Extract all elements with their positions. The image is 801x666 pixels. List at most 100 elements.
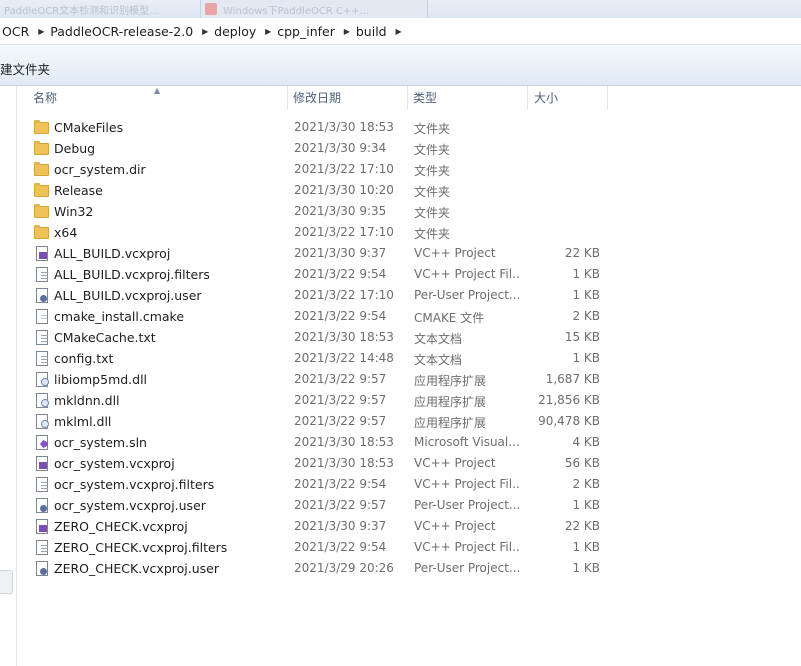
file-modified-date: 2021/3/22 17:10 [294, 288, 394, 302]
file-type: 文件夹 [414, 143, 451, 157]
file-row[interactable]: ALL_BUILD.vcxproj.user 2021/3/22 17:10 Per… [0, 285, 801, 306]
file-modified-date: 2021/3/30 10:20 [294, 183, 394, 197]
file-name: Release [54, 183, 103, 198]
file-modified-date: 2021/3/22 9:57 [294, 393, 387, 407]
file-modified-date: 2021/3/30 18:53 [294, 456, 394, 470]
folder-icon [34, 162, 50, 178]
folder-icon [34, 183, 50, 199]
address-bar[interactable]: OCR ▶ PaddleOCR-release-2.0 ▶ deploy ▶ c… [0, 18, 801, 45]
file-row[interactable]: Release 2021/3/30 10:20 文件夹 [0, 180, 801, 201]
file-type: VC++ Project Fil... [414, 477, 520, 491]
file-row[interactable]: ocr_system.sln 2021/3/30 18:53 Microsoft V… [0, 432, 801, 453]
file-row[interactable]: ALL_BUILD.vcxproj 2021/3/30 9:37 VC++ Proj… [0, 243, 801, 264]
column-divider[interactable] [607, 86, 608, 110]
text-file-icon [34, 351, 50, 367]
file-size: 1 KB [572, 351, 600, 365]
background-window-strip: PaddleOCR文本检测和识别模型... Windows下PaddleOCR … [0, 0, 801, 18]
file-row[interactable]: cmake_install.cmake 2021/3/22 9:54 CMAKE 文… [0, 306, 801, 327]
file-row[interactable]: ALL_BUILD.vcxproj.filters 2021/3/22 9:54 V… [0, 264, 801, 285]
file-size: 1 KB [572, 561, 600, 575]
file-size: 56 KB [564, 456, 600, 470]
file-modified-date: 2021/3/22 9:57 [294, 414, 387, 428]
file-type: VC++ Project [414, 456, 496, 470]
file-name: mklml.dll [54, 414, 112, 429]
file-size: 1 KB [572, 540, 600, 554]
file-size: 1,687 KB [545, 372, 600, 386]
file-size: 2 KB [572, 477, 600, 491]
folder-icon [34, 225, 50, 241]
file-row[interactable]: ocr_system.dir 2021/3/22 17:10 文件夹 [0, 159, 801, 180]
chevron-right-icon[interactable]: ▶ [261, 27, 275, 36]
file-name: mkldnn.dll [54, 393, 120, 408]
file-type: Per-User Project... [414, 288, 520, 302]
column-header-size[interactable]: 大小 [534, 86, 558, 110]
file-name: ALL_BUILD.vcxproj.user [54, 288, 202, 303]
breadcrumb-item[interactable]: PaddleOCR-release-2.0 ▶ [48, 18, 212, 44]
vcxproj-icon [34, 456, 50, 472]
file-row[interactable]: CMakeFiles 2021/3/30 18:53 文件夹 [0, 117, 801, 138]
file-modified-date: 2021/3/22 9:57 [294, 372, 387, 386]
file-row[interactable]: ZERO_CHECK.vcxproj.user 2021/3/29 20:26 Pe… [0, 558, 801, 579]
file-row[interactable]: ZERO_CHECK.vcxproj.filters 2021/3/22 9:54… [0, 537, 801, 558]
file-row[interactable]: ZERO_CHECK.vcxproj 2021/3/30 9:37 VC++ Pro… [0, 516, 801, 537]
file-modified-date: 2021/3/22 17:10 [294, 225, 394, 239]
breadcrumb-label: deploy [214, 23, 257, 39]
file-name: CMakeFiles [54, 120, 124, 135]
breadcrumb-label: build [355, 23, 387, 39]
file-name: ocr_system.dir [54, 162, 146, 177]
file-modified-date: 2021/3/22 17:10 [294, 162, 394, 176]
new-folder-button[interactable]: 建文件夹 [0, 59, 50, 78]
breadcrumb-item[interactable]: build ▶ [354, 18, 406, 44]
file-name: CMakeCache.txt [54, 330, 156, 345]
file-type: 应用程序扩展 [414, 395, 487, 409]
file-size: 4 KB [572, 435, 600, 449]
file-type: 应用程序扩展 [414, 374, 487, 388]
file-size: 15 KB [564, 330, 600, 344]
file-name: ALL_BUILD.vcxproj.filters [54, 267, 210, 282]
file-row[interactable]: mklml.dll 2021/3/22 9:57 应用程序扩展 90,478 KB [0, 411, 801, 432]
column-header: 名称 修改日期 类型 大小 [17, 86, 801, 110]
file-row[interactable]: ocr_system.vcxproj.filters 2021/3/22 9:54… [0, 474, 801, 495]
column-header-date[interactable]: 修改日期 [293, 86, 341, 110]
chevron-right-icon[interactable]: ▶ [198, 27, 212, 36]
breadcrumb-item[interactable]: OCR ▶ [0, 18, 48, 44]
file-row[interactable]: config.txt 2021/3/22 14:48 文本文档 1 KB [0, 348, 801, 369]
file-type: 文件夹 [414, 206, 451, 220]
text-file-icon [34, 330, 50, 346]
vcxproj-icon [34, 246, 50, 262]
file-modified-date: 2021/3/30 9:37 [294, 246, 387, 260]
file-modified-date: 2021/3/30 9:34 [294, 141, 387, 155]
file-row[interactable]: libiomp5md.dll 2021/3/22 9:57 应用程序扩展 1,687 … [0, 369, 801, 390]
column-divider[interactable] [287, 86, 288, 110]
sort-ascending-icon: ▲ [154, 86, 161, 95]
file-row[interactable]: Win32 2021/3/30 9:35 文件夹 [0, 201, 801, 222]
file-row[interactable]: Debug 2021/3/30 9:34 文件夹 [0, 138, 801, 159]
file-modified-date: 2021/3/22 14:48 [294, 351, 394, 365]
file-row[interactable]: CMakeCache.txt 2021/3/30 18:53 文本文档 15 KB [0, 327, 801, 348]
file-size: 1 KB [572, 498, 600, 512]
breadcrumb-item[interactable]: cpp_infer ▶ [275, 18, 354, 44]
chevron-right-icon[interactable]: ▶ [392, 27, 406, 36]
background-tab-title: Windows下PaddleOCR C++... [223, 6, 370, 17]
file-row[interactable]: ocr_system.vcxproj 2021/3/30 18:53 VC++ Pr… [0, 453, 801, 474]
dll-icon [34, 372, 50, 388]
file-size: 22 KB [564, 519, 600, 533]
file-name: ZERO_CHECK.vcxproj.user [54, 561, 219, 576]
vcxproj-icon [34, 519, 50, 535]
chevron-right-icon[interactable]: ▶ [34, 27, 48, 36]
column-divider[interactable] [407, 86, 408, 110]
chevron-right-icon[interactable]: ▶ [340, 27, 354, 36]
column-header-name[interactable]: 名称 [33, 86, 57, 110]
breadcrumb-item[interactable]: deploy ▶ [212, 18, 275, 44]
file-row[interactable]: mkldnn.dll 2021/3/22 9:57 应用程序扩展 21,856 KB [0, 390, 801, 411]
file-row[interactable]: x64 2021/3/22 17:10 文件夹 [0, 222, 801, 243]
file-type: Per-User Project... [414, 498, 520, 512]
file-modified-date: 2021/3/30 9:37 [294, 519, 387, 533]
file-row[interactable]: ocr_system.vcxproj.user 2021/3/22 9:57 Per… [0, 495, 801, 516]
file-name: x64 [54, 225, 78, 240]
file-name: ocr_system.vcxproj [54, 456, 175, 471]
file-size: 2 KB [572, 309, 600, 323]
file-type: 文本文档 [414, 332, 463, 346]
column-header-type[interactable]: 类型 [413, 86, 437, 110]
column-divider[interactable] [527, 86, 528, 110]
